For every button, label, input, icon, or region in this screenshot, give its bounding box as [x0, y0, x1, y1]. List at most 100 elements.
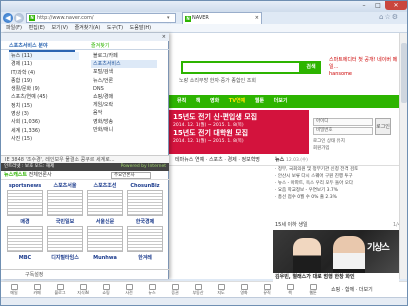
- maximize-button[interactable]: □: [371, 1, 385, 10]
- login-button[interactable]: 로그인: [375, 118, 391, 135]
- news-line[interactable]: · 정부, 국회의원 및 정부기관 신청 전격 검토: [273, 166, 407, 173]
- service-dict[interactable]: 사전: [118, 282, 140, 298]
- news-line[interactable]: · 요즘 학교정보 - 우연보기 3.7%: [273, 187, 407, 194]
- bottom-right-links[interactable]: 쇼핑 · 함께 · 더보기: [331, 282, 407, 298]
- service-news[interactable]: 뉴스: [141, 282, 163, 298]
- menu-edit[interactable]: 편집(E): [29, 24, 45, 33]
- list-item[interactable]: 블로그/카페: [91, 52, 157, 60]
- menu-help[interactable]: 도움말(H): [130, 24, 151, 33]
- list-item[interactable]: DNS: [91, 85, 157, 93]
- service-blog[interactable]: 블로그: [49, 282, 71, 298]
- tab-favorites[interactable]: 즐겨찾기: [91, 42, 157, 50]
- list-item[interactable]: 사진 (15): [9, 135, 79, 143]
- vertical-scrollbar[interactable]: [399, 33, 407, 279]
- list-item[interactable]: 쇼핑/경매: [91, 93, 157, 101]
- press-select[interactable]: 주요언론사: [111, 172, 151, 179]
- press-thumb[interactable]: 한국경제: [127, 218, 163, 252]
- list-item[interactable]: 정치 (15): [9, 102, 79, 110]
- nav-more[interactable]: 더보기: [274, 95, 288, 108]
- search-button[interactable]: 검색: [301, 61, 321, 74]
- nav-tv[interactable]: TV연예: [229, 95, 245, 108]
- search-input[interactable]: [181, 61, 301, 74]
- menu-favorites[interactable]: 즐겨찾기(A): [75, 24, 101, 33]
- list-item[interactable]: 만화/애니: [91, 126, 157, 134]
- service-map[interactable]: 지도: [210, 282, 232, 298]
- menu-tools[interactable]: 도구(T): [107, 24, 123, 33]
- list-item[interactable]: 음악: [91, 109, 157, 117]
- nav-webtoon[interactable]: 웹툰: [255, 95, 264, 108]
- subscribe-settings[interactable]: 구독설정: [1, 269, 169, 279]
- list-item[interactable]: 포털/검색: [91, 68, 157, 76]
- service-cafe[interactable]: 카페: [26, 282, 48, 298]
- service-movie[interactable]: 영화: [233, 282, 255, 298]
- menu-file[interactable]: 파일(F): [6, 24, 22, 33]
- list-item[interactable]: 생활/문화 (9): [9, 85, 79, 93]
- tab-close-icon[interactable]: ×: [255, 13, 259, 24]
- tab-sports-category[interactable]: 스포츠서비스 분야: [9, 42, 75, 52]
- service-mail[interactable]: 메일: [3, 282, 25, 298]
- newscast-sub[interactable]: 전체언론사: [29, 172, 52, 178]
- login-save[interactable]: 로그인 상태 유지: [313, 138, 345, 144]
- favorites-ticker[interactable]: IE 3848 '조수경', 레인보우 물결소 콩쿠르 세계로...: [1, 155, 169, 163]
- list-item[interactable]: 종합 (19): [9, 77, 79, 85]
- forward-button[interactable]: ▶: [14, 13, 24, 23]
- press-thumb[interactable]: 서울신문: [87, 218, 123, 252]
- back-button[interactable]: ◀: [3, 13, 13, 23]
- list-item[interactable]: 세계 (1,336): [9, 127, 79, 135]
- service-webtoon[interactable]: 웹툰: [302, 282, 324, 298]
- list-item[interactable]: 경제 (11): [9, 60, 79, 68]
- service-book[interactable]: 책: [279, 282, 301, 298]
- press-thumb[interactable]: 국민일보: [47, 218, 83, 252]
- ad-banner[interactable]: 15년도 전기 신·편입생 모집 2014. 12. 1(월) ~ 2015. …: [169, 110, 309, 154]
- naver-favicon-icon: N: [29, 15, 35, 21]
- press-thumb[interactable]: 한겨레: [127, 254, 163, 268]
- login-id-field[interactable]: 아이디: [313, 118, 373, 126]
- nav-movie[interactable]: 영화: [210, 95, 219, 108]
- naver-favicon-icon: N: [185, 16, 191, 22]
- nav-book[interactable]: 책: [196, 95, 201, 108]
- login-box: 아이디 비밀번호 로그인 로그인 상태 유지 회원가입: [313, 110, 407, 154]
- favorites-close-icon[interactable]: ×: [162, 33, 166, 41]
- service-shopping[interactable]: 쇼핑: [95, 282, 117, 298]
- news-line[interactable]: · 뉴스 - 아파트, 옥스 우리 모두 돌아 오다: [273, 180, 407, 187]
- list-item[interactable]: 영화/방송: [91, 118, 157, 126]
- address-bar[interactable]: N http://www.naver.com/ ▾ ✕ ↻: [26, 13, 176, 37]
- press-thumb[interactable]: 스포츠서울: [47, 182, 83, 216]
- press-thumb[interactable]: 매경: [7, 218, 43, 252]
- service-realestate[interactable]: 부동산: [187, 282, 209, 298]
- join-link[interactable]: 회원가입: [313, 145, 330, 151]
- list-item[interactable]: 뉴스 (11): [9, 52, 79, 61]
- list-item[interactable]: 게임/오락: [91, 101, 157, 109]
- news-line[interactable]: · 총선 점수 0월 수 0% 출 2.3%: [273, 194, 407, 201]
- hot-keywords[interactable]: 노랑 소리부방 한자·중가 종합인 조회: [179, 77, 329, 85]
- service-stock[interactable]: 증권: [164, 282, 186, 298]
- press-thumb[interactable]: ChosunBiz: [127, 182, 163, 216]
- tab-naver[interactable]: N NAVER ×: [182, 12, 262, 24]
- list-item[interactable]: 스포츠서비스: [91, 60, 157, 69]
- menu-view[interactable]: 보기(V): [51, 24, 68, 33]
- list-item[interactable]: 뉴스/언론: [91, 77, 157, 85]
- list-item[interactable]: 영상 (3): [9, 110, 79, 118]
- scroll-thumb[interactable]: [401, 43, 407, 103]
- press-thumb[interactable]: Munhwa: [87, 254, 123, 268]
- login-pw-field[interactable]: 비밀번호: [313, 127, 373, 135]
- press-thumb[interactable]: sportsnews: [7, 182, 43, 216]
- press-thumb[interactable]: 디지털타임스: [47, 254, 83, 268]
- list-item[interactable]: IT/과학 (4): [9, 69, 79, 77]
- celebrity-ad-image[interactable]: 기상스: [273, 230, 399, 279]
- press-thumb[interactable]: 스포츠조선: [87, 182, 123, 216]
- top-promo[interactable]: 스마트에디터 첫 공개! 네이버 메일... hansome: [329, 57, 399, 77]
- service-kin[interactable]: 지식iN: [72, 282, 94, 298]
- news-line[interactable]: · 안산시 보류 다시 스퀘어 구원 진행 투구: [273, 173, 407, 180]
- ad-caption[interactable]: 김우빈, 별래스가 대로 범행 한창 화인: [273, 273, 399, 282]
- banner-line-3: 15년도 전기 대학원 모집: [173, 129, 249, 137]
- press-thumb[interactable]: MBC: [7, 254, 43, 268]
- list-item[interactable]: 사회 (1,036): [9, 118, 79, 126]
- minimize-button[interactable]: –: [357, 1, 371, 10]
- close-button[interactable]: ✕: [385, 1, 407, 10]
- service-music[interactable]: 뮤직: [256, 282, 278, 298]
- list-item[interactable]: 스포츠/연예 (45): [9, 93, 79, 101]
- toolbar-icons[interactable]: ⌂☆⚙: [379, 13, 399, 21]
- nav-music[interactable]: 뮤직: [177, 95, 186, 108]
- favorites-list: 블로그/카페 스포츠서비스 포털/검색 뉴스/언론 DNS 쇼핑/경매 게임/오…: [91, 52, 157, 134]
